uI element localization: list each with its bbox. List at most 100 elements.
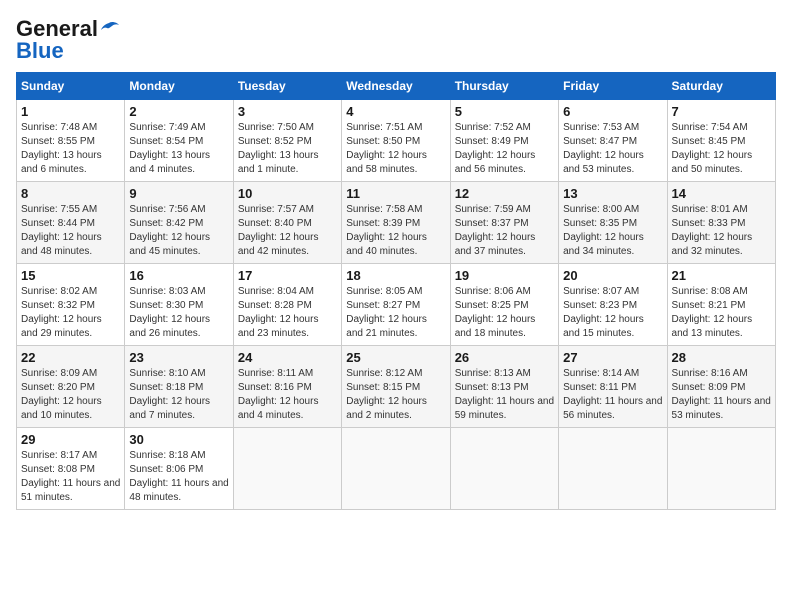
day-info: Sunrise: 8:02 AM Sunset: 8:32 PM Dayligh…: [21, 285, 120, 341]
day-info: Sunrise: 8:17 AM Sunset: 8:08 PM Dayligh…: [21, 449, 120, 505]
table-row: 28 Sunrise: 8:16 AM Sunset: 8:09 PM Dayl…: [667, 346, 775, 428]
day-number: 23: [129, 350, 228, 365]
day-info: Sunrise: 7:49 AM Sunset: 8:54 PM Dayligh…: [129, 121, 228, 177]
day-info: Sunrise: 8:08 AM Sunset: 8:21 PM Dayligh…: [672, 285, 771, 341]
day-number: 3: [238, 104, 337, 119]
table-row: 27 Sunrise: 8:14 AM Sunset: 8:11 PM Dayl…: [559, 346, 667, 428]
table-row: 10 Sunrise: 7:57 AM Sunset: 8:40 PM Dayl…: [233, 182, 341, 264]
table-row: 18 Sunrise: 8:05 AM Sunset: 8:27 PM Dayl…: [342, 264, 450, 346]
table-row: 15 Sunrise: 8:02 AM Sunset: 8:32 PM Dayl…: [17, 264, 125, 346]
day-info: Sunrise: 8:05 AM Sunset: 8:27 PM Dayligh…: [346, 285, 445, 341]
day-number: 24: [238, 350, 337, 365]
day-info: Sunrise: 8:06 AM Sunset: 8:25 PM Dayligh…: [455, 285, 554, 341]
table-row: [450, 428, 558, 510]
day-info: Sunrise: 8:13 AM Sunset: 8:13 PM Dayligh…: [455, 367, 554, 423]
weekday-header-thursday: Thursday: [450, 73, 558, 100]
table-row: 5 Sunrise: 7:52 AM Sunset: 8:49 PM Dayli…: [450, 100, 558, 182]
table-row: [667, 428, 775, 510]
day-info: Sunrise: 8:18 AM Sunset: 8:06 PM Dayligh…: [129, 449, 228, 505]
table-row: 8 Sunrise: 7:55 AM Sunset: 8:44 PM Dayli…: [17, 182, 125, 264]
day-info: Sunrise: 7:53 AM Sunset: 8:47 PM Dayligh…: [563, 121, 662, 177]
day-number: 11: [346, 186, 445, 201]
day-number: 30: [129, 432, 228, 447]
table-row: 29 Sunrise: 8:17 AM Sunset: 8:08 PM Dayl…: [17, 428, 125, 510]
day-number: 21: [672, 268, 771, 283]
day-number: 29: [21, 432, 120, 447]
table-row: [342, 428, 450, 510]
day-info: Sunrise: 7:59 AM Sunset: 8:37 PM Dayligh…: [455, 203, 554, 259]
day-number: 2: [129, 104, 228, 119]
day-info: Sunrise: 8:10 AM Sunset: 8:18 PM Dayligh…: [129, 367, 228, 423]
day-info: Sunrise: 7:48 AM Sunset: 8:55 PM Dayligh…: [21, 121, 120, 177]
day-number: 6: [563, 104, 662, 119]
table-row: [233, 428, 341, 510]
day-info: Sunrise: 8:00 AM Sunset: 8:35 PM Dayligh…: [563, 203, 662, 259]
table-row: 30 Sunrise: 8:18 AM Sunset: 8:06 PM Dayl…: [125, 428, 233, 510]
day-number: 16: [129, 268, 228, 283]
table-row: 17 Sunrise: 8:04 AM Sunset: 8:28 PM Dayl…: [233, 264, 341, 346]
day-number: 20: [563, 268, 662, 283]
day-info: Sunrise: 8:01 AM Sunset: 8:33 PM Dayligh…: [672, 203, 771, 259]
day-number: 26: [455, 350, 554, 365]
table-row: [559, 428, 667, 510]
day-number: 14: [672, 186, 771, 201]
day-info: Sunrise: 8:12 AM Sunset: 8:15 PM Dayligh…: [346, 367, 445, 423]
table-row: 7 Sunrise: 7:54 AM Sunset: 8:45 PM Dayli…: [667, 100, 775, 182]
day-number: 19: [455, 268, 554, 283]
day-info: Sunrise: 7:54 AM Sunset: 8:45 PM Dayligh…: [672, 121, 771, 177]
table-row: 3 Sunrise: 7:50 AM Sunset: 8:52 PM Dayli…: [233, 100, 341, 182]
table-row: 16 Sunrise: 8:03 AM Sunset: 8:30 PM Dayl…: [125, 264, 233, 346]
day-info: Sunrise: 7:52 AM Sunset: 8:49 PM Dayligh…: [455, 121, 554, 177]
day-number: 15: [21, 268, 120, 283]
logo-blue: Blue: [16, 38, 64, 64]
day-number: 13: [563, 186, 662, 201]
weekday-header-saturday: Saturday: [667, 73, 775, 100]
weekday-header-tuesday: Tuesday: [233, 73, 341, 100]
table-row: 23 Sunrise: 8:10 AM Sunset: 8:18 PM Dayl…: [125, 346, 233, 428]
day-info: Sunrise: 7:55 AM Sunset: 8:44 PM Dayligh…: [21, 203, 120, 259]
logo-bird-icon: [99, 21, 119, 37]
day-number: 18: [346, 268, 445, 283]
table-row: 21 Sunrise: 8:08 AM Sunset: 8:21 PM Dayl…: [667, 264, 775, 346]
day-number: 28: [672, 350, 771, 365]
day-info: Sunrise: 7:57 AM Sunset: 8:40 PM Dayligh…: [238, 203, 337, 259]
logo: General Blue: [16, 16, 120, 64]
weekday-header-wednesday: Wednesday: [342, 73, 450, 100]
day-number: 1: [21, 104, 120, 119]
table-row: 22 Sunrise: 8:09 AM Sunset: 8:20 PM Dayl…: [17, 346, 125, 428]
day-number: 5: [455, 104, 554, 119]
day-number: 10: [238, 186, 337, 201]
table-row: 14 Sunrise: 8:01 AM Sunset: 8:33 PM Dayl…: [667, 182, 775, 264]
day-info: Sunrise: 8:14 AM Sunset: 8:11 PM Dayligh…: [563, 367, 662, 423]
day-number: 4: [346, 104, 445, 119]
table-row: 11 Sunrise: 7:58 AM Sunset: 8:39 PM Dayl…: [342, 182, 450, 264]
day-info: Sunrise: 8:04 AM Sunset: 8:28 PM Dayligh…: [238, 285, 337, 341]
day-number: 9: [129, 186, 228, 201]
day-info: Sunrise: 8:07 AM Sunset: 8:23 PM Dayligh…: [563, 285, 662, 341]
table-row: 26 Sunrise: 8:13 AM Sunset: 8:13 PM Dayl…: [450, 346, 558, 428]
day-number: 12: [455, 186, 554, 201]
table-row: 6 Sunrise: 7:53 AM Sunset: 8:47 PM Dayli…: [559, 100, 667, 182]
day-number: 25: [346, 350, 445, 365]
day-number: 17: [238, 268, 337, 283]
day-info: Sunrise: 7:51 AM Sunset: 8:50 PM Dayligh…: [346, 121, 445, 177]
day-info: Sunrise: 7:50 AM Sunset: 8:52 PM Dayligh…: [238, 121, 337, 177]
day-info: Sunrise: 8:03 AM Sunset: 8:30 PM Dayligh…: [129, 285, 228, 341]
weekday-header-friday: Friday: [559, 73, 667, 100]
day-info: Sunrise: 8:09 AM Sunset: 8:20 PM Dayligh…: [21, 367, 120, 423]
day-number: 8: [21, 186, 120, 201]
table-row: 1 Sunrise: 7:48 AM Sunset: 8:55 PM Dayli…: [17, 100, 125, 182]
weekday-header-sunday: Sunday: [17, 73, 125, 100]
day-number: 22: [21, 350, 120, 365]
table-row: 2 Sunrise: 7:49 AM Sunset: 8:54 PM Dayli…: [125, 100, 233, 182]
table-row: 9 Sunrise: 7:56 AM Sunset: 8:42 PM Dayli…: [125, 182, 233, 264]
table-row: 12 Sunrise: 7:59 AM Sunset: 8:37 PM Dayl…: [450, 182, 558, 264]
table-row: 4 Sunrise: 7:51 AM Sunset: 8:50 PM Dayli…: [342, 100, 450, 182]
table-row: 13 Sunrise: 8:00 AM Sunset: 8:35 PM Dayl…: [559, 182, 667, 264]
day-info: Sunrise: 8:11 AM Sunset: 8:16 PM Dayligh…: [238, 367, 337, 423]
table-row: 25 Sunrise: 8:12 AM Sunset: 8:15 PM Dayl…: [342, 346, 450, 428]
table-row: 19 Sunrise: 8:06 AM Sunset: 8:25 PM Dayl…: [450, 264, 558, 346]
table-row: 20 Sunrise: 8:07 AM Sunset: 8:23 PM Dayl…: [559, 264, 667, 346]
weekday-header-monday: Monday: [125, 73, 233, 100]
day-number: 7: [672, 104, 771, 119]
